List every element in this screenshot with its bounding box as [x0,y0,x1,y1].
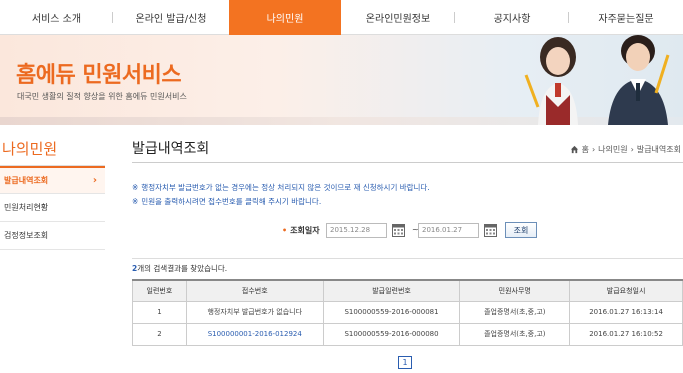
breadcrumb-separator: › [630,145,634,154]
main-content: 발급내역조회 홈 › 나의민원 › 발급내역조회 ※ 행정자치부 발급번호가 없는… [132,125,683,373]
sidebar: 나의민원 발급내역조회 › 민원처리현황 검정정보조회 [0,125,105,373]
nav-service-intro[interactable]: 서비스 소개 [0,0,113,35]
nav-label: 나의민원 [266,14,304,25]
sidebar-item-issue-history[interactable]: 발급내역조회 › [0,166,105,194]
notice-text: 민원을 출력하시려면 접수번호를 클릭해 주시기 바랍니다. [141,197,322,206]
breadcrumb-current: 발급내역조회 [636,145,681,154]
cell-civil-name: 졸업증명서(초,중,고) [459,322,571,346]
breadcrumb-home[interactable]: 홈 [582,144,589,155]
breadcrumb: 홈 › 나의민원 › 발급내역조회 [570,144,681,155]
table-row: 2 S100000001-2016-012924 S100000559-2016… [132,322,683,346]
nav-label: 자주묻는질문 [598,14,654,25]
title-divider [132,162,683,163]
cell-serial: 1 [132,300,187,324]
col-civil-name: 민원사무명 [459,279,571,302]
cell-receipt-no: 행정자치부 발급번호가 없습니다 [185,300,324,324]
search-label: • 조회일자 [282,226,320,235]
table-row: 1 행정자치부 발급번호가 없습니다 S100000559-2016-00008… [132,300,683,324]
search-divider [132,258,683,259]
notice-1: ※ 행정자치부 발급번호가 없는 경우에는 정상 처리되지 않은 것이므로 재 신… [132,182,430,193]
search-label-text: 조회일자 [290,226,320,235]
nav-label: 온라인 발급/신청 [135,14,207,25]
receipt-no-link[interactable]: S100000001-2016-012924 [185,322,324,346]
cell-serial: 2 [132,322,187,346]
nav-online-issue[interactable]: 온라인 발급/신청 [113,0,229,35]
issue-history-table: 일련번호 접수번호 발급일련번호 민원사무명 발급요청일시 1 행정자치부 발급… [132,279,683,346]
cell-request-datetime: 2016.01.27 16:10:52 [569,322,683,346]
calendar-icon[interactable] [484,223,497,237]
breadcrumb-separator: › [591,145,596,154]
nav-label: 서비스 소개 [31,14,82,25]
sidebar-item-label: 검정정보조회 [4,231,49,240]
notice-mark-icon: ※ [132,197,139,206]
nav-online-info[interactable]: 온라인민원정보 [341,0,455,35]
sidebar-title: 나의민원 [2,140,58,158]
col-receipt-no: 접수번호 [185,279,324,302]
calendar-icon[interactable] [392,223,405,237]
sidebar-item-exam-info[interactable]: 검정정보조회 [0,222,105,250]
cell-civil-name: 졸업증명서(초,중,고) [459,300,571,324]
notice-text: 행정자치부 발급번호가 없는 경우에는 정상 처리되지 않은 것이므로 재 신청… [141,183,430,192]
home-icon [570,145,578,154]
search-button[interactable]: 조회 [505,222,537,238]
chevron-right-icon: › [92,175,97,186]
nav-my-civil[interactable]: 나의민원 [229,0,341,35]
cell-request-datetime: 2016.01.27 16:13:14 [569,300,683,324]
to-date-input[interactable]: 2016.01.27 [418,223,479,238]
notice-2: ※ 민원을 출력하시려면 접수번호를 클릭해 주시기 바랍니다. [132,196,321,207]
col-request-datetime: 발급요청일시 [569,279,683,302]
nav-label: 공지사항 [493,14,531,25]
hero-banner: 홈에듀 민원서비스 대국민 생활의 질적 향상을 위한 홈에듀 민원서비스 [0,35,683,125]
nav-faq[interactable]: 자주묻는질문 [569,0,683,35]
result-count-text: 개의 검색결과를 찾았습니다. [137,264,228,273]
notice-mark-icon: ※ [132,183,139,192]
result-count: 2개의 검색결과를 찾았습니다. [132,263,227,274]
cell-issue-serial: S100000559-2016-000080 [322,322,461,346]
sidebar-item-process-status[interactable]: 민원처리현황 [0,194,105,222]
sidebar-item-label: 발급내역조회 [4,176,49,185]
banner-subtitle: 대국민 생활의 질적 향상을 위한 홈에듀 민원서비스 [17,92,187,101]
students-illustration [524,35,670,125]
page-title: 발급내역조회 [132,141,210,157]
top-nav: 서비스 소개 온라인 발급/신청 나의민원 온라인민원정보 공지사항 자주묻는질… [0,0,683,35]
nav-notice[interactable]: 공지사항 [455,0,569,35]
sidebar-item-label: 민원처리현황 [4,203,49,212]
table-header-row: 일련번호 접수번호 발급일련번호 민원사무명 발급요청일시 [132,279,683,302]
nav-label: 온라인민원정보 [365,14,431,25]
breadcrumb-my-civil[interactable]: 나의민원 [598,144,627,155]
search-form: • 조회일자 2015.12.28 ~ 2016.01.27 조회 [132,220,683,242]
cell-issue-serial: S100000559-2016-000081 [322,300,461,324]
page-number-button[interactable]: 1 [398,356,412,369]
col-serial: 일련번호 [132,279,187,302]
from-date-input[interactable]: 2015.12.28 [326,223,387,238]
col-issue-serial: 발급일련번호 [322,279,461,302]
banner-title: 홈에듀 민원서비스 [16,63,182,88]
